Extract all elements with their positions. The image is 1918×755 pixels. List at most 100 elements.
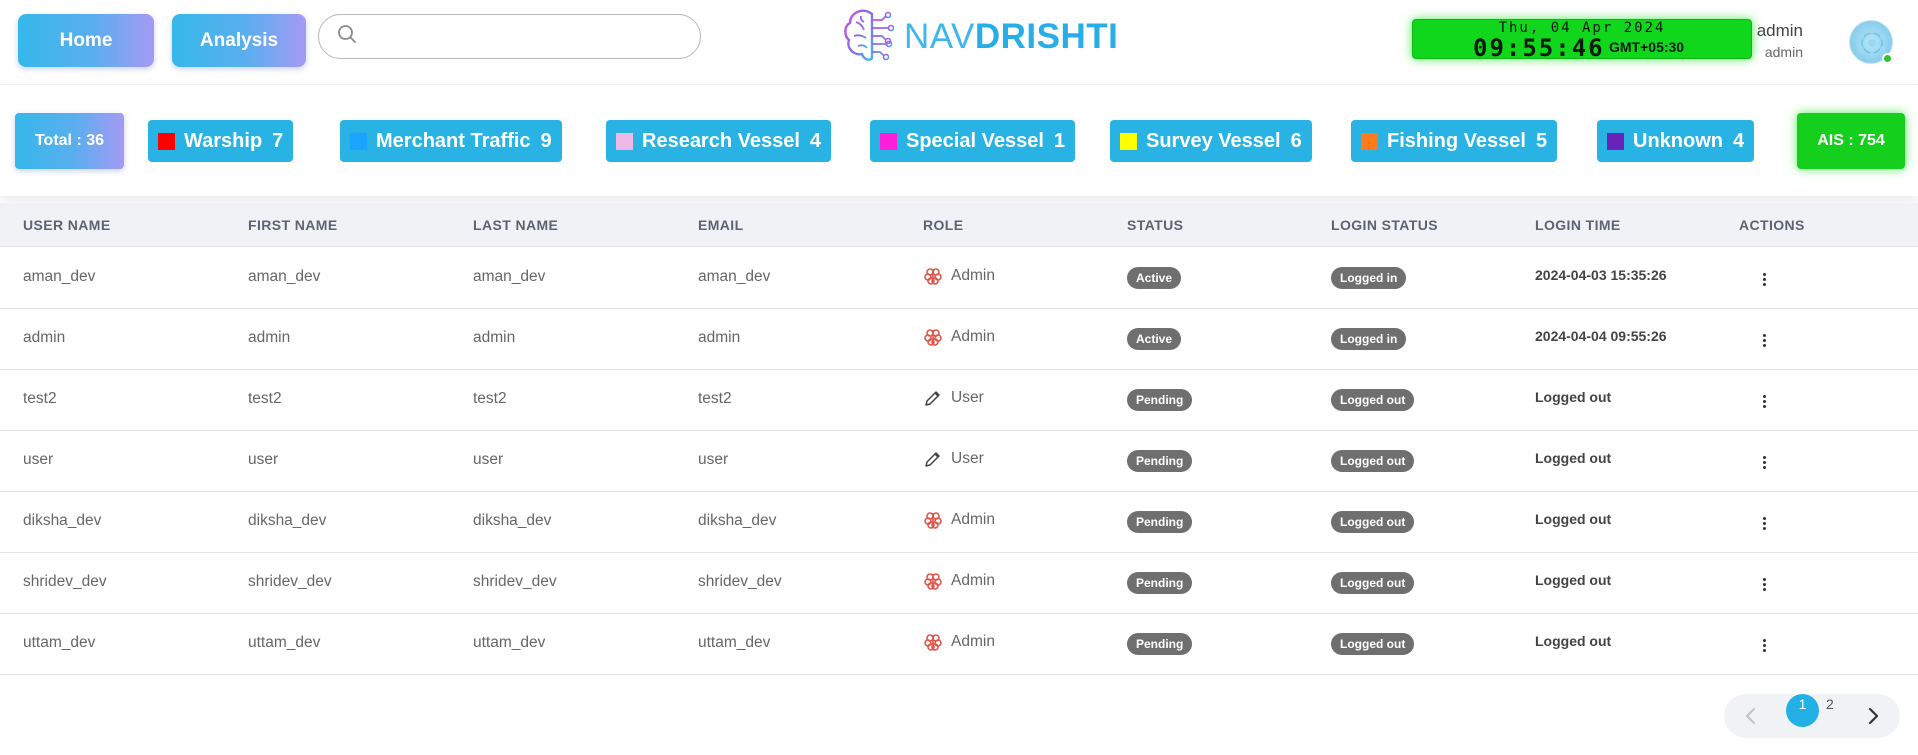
table-row[interactable]: aman_dev aman_dev aman_dev aman_dev Admin Act… <box>0 248 1918 309</box>
merchant-traffic-color-swatch <box>350 132 367 150</box>
online-status-dot <box>1882 53 1893 64</box>
column-header-first-name[interactable]: FIRST NAME <box>248 217 338 233</box>
chip-special-vessel[interactable]: Special Vessel 1 <box>870 120 1076 162</box>
search-icon <box>337 24 357 49</box>
cell-role: Admin <box>923 632 995 652</box>
role-label: Admin <box>951 511 995 528</box>
chip-count: 6 <box>1290 129 1302 152</box>
admin-brain-icon <box>923 632 943 652</box>
cell-role: User <box>923 388 984 408</box>
column-header-role[interactable]: ROLE <box>923 217 964 233</box>
next-page-button[interactable] <box>1846 694 1900 738</box>
cell-user-name: user <box>23 451 54 468</box>
cell-email: aman_dev <box>698 268 771 285</box>
table-row[interactable]: diksha_dev diksha_dev diksha_dev diksha_dev… <box>0 492 1918 553</box>
page-1-button[interactable]: 1 <box>1786 694 1819 727</box>
home-button[interactable]: Home <box>18 14 154 67</box>
cell-last-name: admin <box>473 329 516 346</box>
chip-unknown[interactable]: Unknown 4 <box>1597 120 1755 162</box>
column-header-user-name[interactable]: USER NAME <box>23 217 111 233</box>
status-badge: Pending <box>1127 450 1193 472</box>
cell-email: admin <box>698 329 741 346</box>
brain-circuit-logo-icon <box>842 6 898 69</box>
search-input[interactable] <box>369 15 700 58</box>
chip-label: Unknown <box>1633 129 1723 152</box>
cell-login-time: Logged out <box>1535 633 1612 649</box>
cell-last-name: uttam_dev <box>473 634 546 651</box>
ais-count-badge: AIS : 754 <box>1797 113 1905 169</box>
row-actions-menu-icon[interactable] <box>1758 573 1770 595</box>
cell-email: test2 <box>698 390 732 407</box>
row-actions-menu-icon[interactable] <box>1758 451 1770 473</box>
column-header-last-name[interactable]: LAST NAME <box>473 217 558 233</box>
chip-research-vessel[interactable]: Research Vessel 4 <box>606 120 832 162</box>
cell-first-name: uttam_dev <box>248 634 321 651</box>
status-badge: Pending <box>1127 572 1193 594</box>
role-label: Admin <box>951 267 995 284</box>
total-count-badge: Total : 36 <box>15 113 124 169</box>
current-user-name[interactable]: admin <box>1757 21 1803 41</box>
status-badge: Active <box>1127 328 1182 350</box>
cell-email: shridev_dev <box>698 573 782 590</box>
cell-role: Admin <box>923 571 995 591</box>
cell-first-name: diksha_dev <box>248 512 327 529</box>
login-status-badge: Logged in <box>1331 328 1407 350</box>
cell-login-time: Logged out <box>1535 389 1612 405</box>
page-2-button[interactable]: 2 <box>1826 696 1834 712</box>
row-actions-menu-icon[interactable] <box>1758 268 1770 290</box>
chip-count: 4 <box>809 129 822 152</box>
cell-email: uttam_dev <box>698 634 771 651</box>
chip-merchant-traffic[interactable]: Merchant Traffic 9 <box>340 120 562 162</box>
chevron-left-icon <box>1745 707 1756 725</box>
row-actions-menu-icon[interactable] <box>1758 512 1770 534</box>
login-status-badge: Logged out <box>1331 633 1415 655</box>
table-row[interactable]: shridev_dev shridev_dev shridev_dev shridev… <box>0 553 1918 614</box>
column-header-login-time[interactable]: LOGIN TIME <box>1535 217 1621 233</box>
role-label: User <box>951 389 984 406</box>
admin-brain-icon <box>923 266 943 286</box>
row-actions-menu-icon[interactable] <box>1758 634 1770 656</box>
cell-first-name: test2 <box>248 390 282 407</box>
cell-login-time: 2024-04-04 09:55:26 <box>1535 328 1667 344</box>
chip-warship[interactable]: Warship 7 <box>148 120 294 162</box>
chip-count: 9 <box>540 129 552 152</box>
column-header-email[interactable]: EMAIL <box>698 217 744 233</box>
unknown-color-swatch <box>1607 132 1624 150</box>
chip-label: Special Vessel <box>906 129 1044 152</box>
login-status-badge: Logged out <box>1331 389 1415 411</box>
chip-survey-vessel[interactable]: Survey Vessel 6 <box>1110 120 1312 162</box>
table-row[interactable]: test2 test2 test2 test2 User Pending Logged ou… <box>0 370 1918 431</box>
column-header-status[interactable]: STATUS <box>1127 217 1183 233</box>
login-status-badge: Logged out <box>1331 572 1415 594</box>
navdrishti-logo: NAVDRISHTI <box>842 8 1118 66</box>
cell-first-name: user <box>248 451 279 468</box>
cell-role: Admin <box>923 510 995 530</box>
search-box[interactable] <box>318 14 701 59</box>
cell-first-name: admin <box>248 329 291 346</box>
chip-fishing-vessel[interactable]: Fishing Vessel 5 <box>1351 120 1558 162</box>
clock-time: 09:55:46 <box>1473 34 1605 62</box>
row-actions-menu-icon[interactable] <box>1758 390 1770 412</box>
admin-brain-icon <box>923 571 943 591</box>
chip-label: Research Vessel <box>642 129 800 152</box>
table-row[interactable]: uttam_dev uttam_dev uttam_dev uttam_dev Admi… <box>0 614 1918 675</box>
login-status-badge: Logged out <box>1331 450 1415 472</box>
cell-user-name: uttam_dev <box>23 634 96 651</box>
cell-login-time: Logged out <box>1535 572 1612 588</box>
table-row[interactable]: user user user user User Pending Logged out Log… <box>0 431 1918 492</box>
status-badge: Pending <box>1127 633 1193 655</box>
table-row[interactable]: admin admin admin admin Admin Active Logged in… <box>0 309 1918 370</box>
special-vessel-color-swatch <box>880 132 897 150</box>
survey-vessel-color-swatch <box>1120 132 1137 150</box>
top-header: Home Analysis NAVDRISHTI Thu, 04 Apr 202… <box>0 0 1918 80</box>
warship-color-swatch <box>158 132 175 150</box>
current-user-role: admin <box>1764 44 1803 60</box>
row-actions-menu-icon[interactable] <box>1758 329 1770 351</box>
admin-brain-icon <box>923 510 943 530</box>
analysis-button[interactable]: Analysis <box>172 14 306 67</box>
column-header-login-status[interactable]: LOGIN STATUS <box>1331 217 1438 233</box>
chip-count: 1 <box>1053 129 1066 152</box>
users-table-header: USER NAME FIRST NAME LAST NAME EMAIL ROL… <box>0 203 1918 247</box>
cell-last-name: user <box>473 451 504 468</box>
previous-page-button[interactable] <box>1724 694 1778 738</box>
